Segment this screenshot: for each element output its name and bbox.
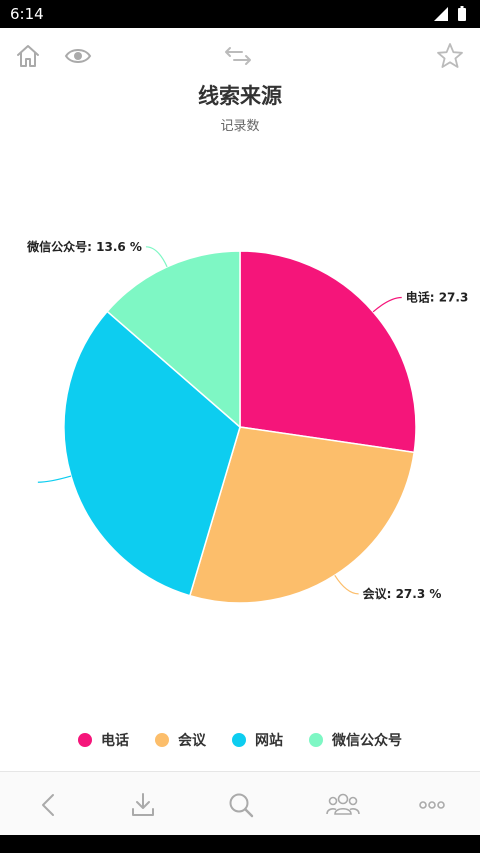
- chevron-left-icon[interactable]: [34, 790, 64, 820]
- users-icon[interactable]: [325, 790, 361, 820]
- legend-label: 网站: [255, 733, 283, 749]
- leader-line-1: [334, 574, 359, 595]
- slice-label-1: 会议: 27.3 %: [363, 586, 442, 601]
- chart-legend: 电话 会议 网站 微信公众号: [0, 728, 480, 752]
- leader-line-3: [145, 246, 168, 268]
- legend-item-phone[interactable]: 电话: [78, 730, 129, 750]
- download-icon[interactable]: [128, 790, 158, 820]
- legend-label: 会议: [178, 733, 206, 749]
- slice-label-0: 电话: 27.3: [406, 289, 469, 304]
- legend-item-website[interactable]: 网站: [232, 730, 283, 750]
- leader-line-2: [37, 475, 72, 483]
- pie-slice-0[interactable]: [239, 250, 417, 454]
- legend-item-meeting[interactable]: 会议: [155, 730, 206, 750]
- legend-swatch: [309, 733, 323, 747]
- pie-chart: 电话: 27.3 会议: 27.3 % 微信公众号: 13.6 %: [26, 239, 469, 604]
- slice-label-3: 微信公众号: 13.6 %: [26, 239, 142, 254]
- legend-swatch: [78, 733, 92, 747]
- legend-label: 微信公众号: [332, 733, 402, 749]
- legend-swatch: [155, 733, 169, 747]
- leader-line-0: [372, 296, 402, 313]
- more-dots-icon[interactable]: [417, 790, 447, 820]
- search-icon[interactable]: [226, 790, 256, 820]
- legend-label: 电话: [101, 733, 129, 749]
- legend-item-wechat[interactable]: 微信公众号: [309, 730, 402, 750]
- legend-swatch: [232, 733, 246, 747]
- bottom-toolbar: [0, 771, 480, 836]
- system-nav-bar: [0, 835, 480, 853]
